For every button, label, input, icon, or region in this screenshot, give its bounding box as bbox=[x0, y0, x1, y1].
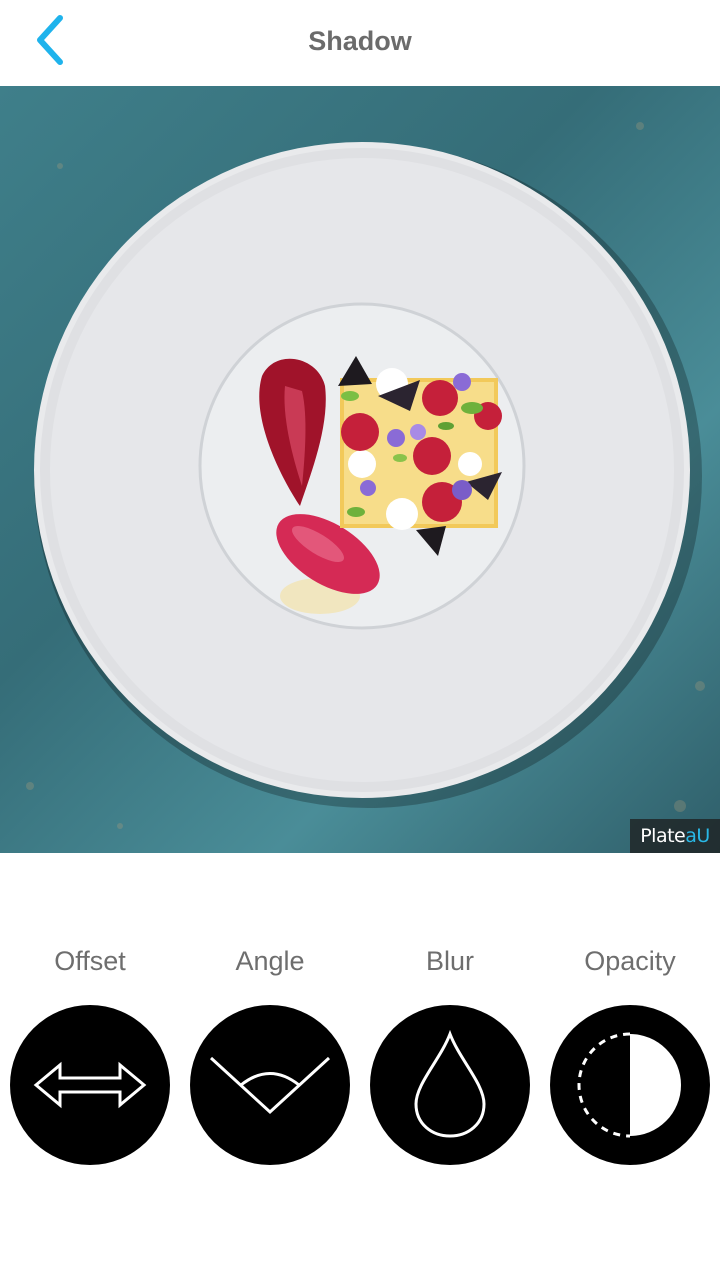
tool-opacity-label: Opacity bbox=[584, 946, 676, 976]
half-circle-icon bbox=[577, 1032, 681, 1138]
watermark-suffix: aU bbox=[685, 825, 710, 847]
tool-angle-button[interactable] bbox=[190, 1005, 350, 1165]
page-title: Shadow bbox=[308, 26, 412, 56]
tool-angle-label: Angle bbox=[235, 946, 305, 976]
tool-blur[interactable]: Blur bbox=[360, 930, 540, 1170]
tool-opacity[interactable]: Opacity bbox=[540, 930, 720, 1170]
plated-dessert-image bbox=[26, 122, 705, 829]
photo-preview: PlateaU bbox=[0, 86, 720, 853]
watermark-prefix: Plate bbox=[640, 825, 686, 847]
shadow-tools: Offset Angle Blur Opacity bbox=[0, 930, 720, 1170]
tool-offset-button[interactable] bbox=[10, 1005, 170, 1165]
tool-blur-label: Blur bbox=[425, 946, 474, 976]
angle-icon bbox=[209, 1056, 331, 1115]
tool-opacity-button[interactable] bbox=[550, 1005, 710, 1165]
tool-offset[interactable]: Offset bbox=[0, 930, 180, 1170]
tool-blur-button[interactable] bbox=[370, 1005, 530, 1165]
tool-angle[interactable]: Angle bbox=[180, 930, 360, 1170]
watermark-text: PlateaU bbox=[640, 825, 710, 847]
drop-icon bbox=[414, 1030, 486, 1138]
watermark-badge: PlateaU bbox=[630, 819, 720, 853]
double-arrow-icon bbox=[33, 1061, 147, 1109]
top-bar: Shadow bbox=[0, 0, 720, 87]
tool-offset-label: Offset bbox=[54, 946, 126, 976]
